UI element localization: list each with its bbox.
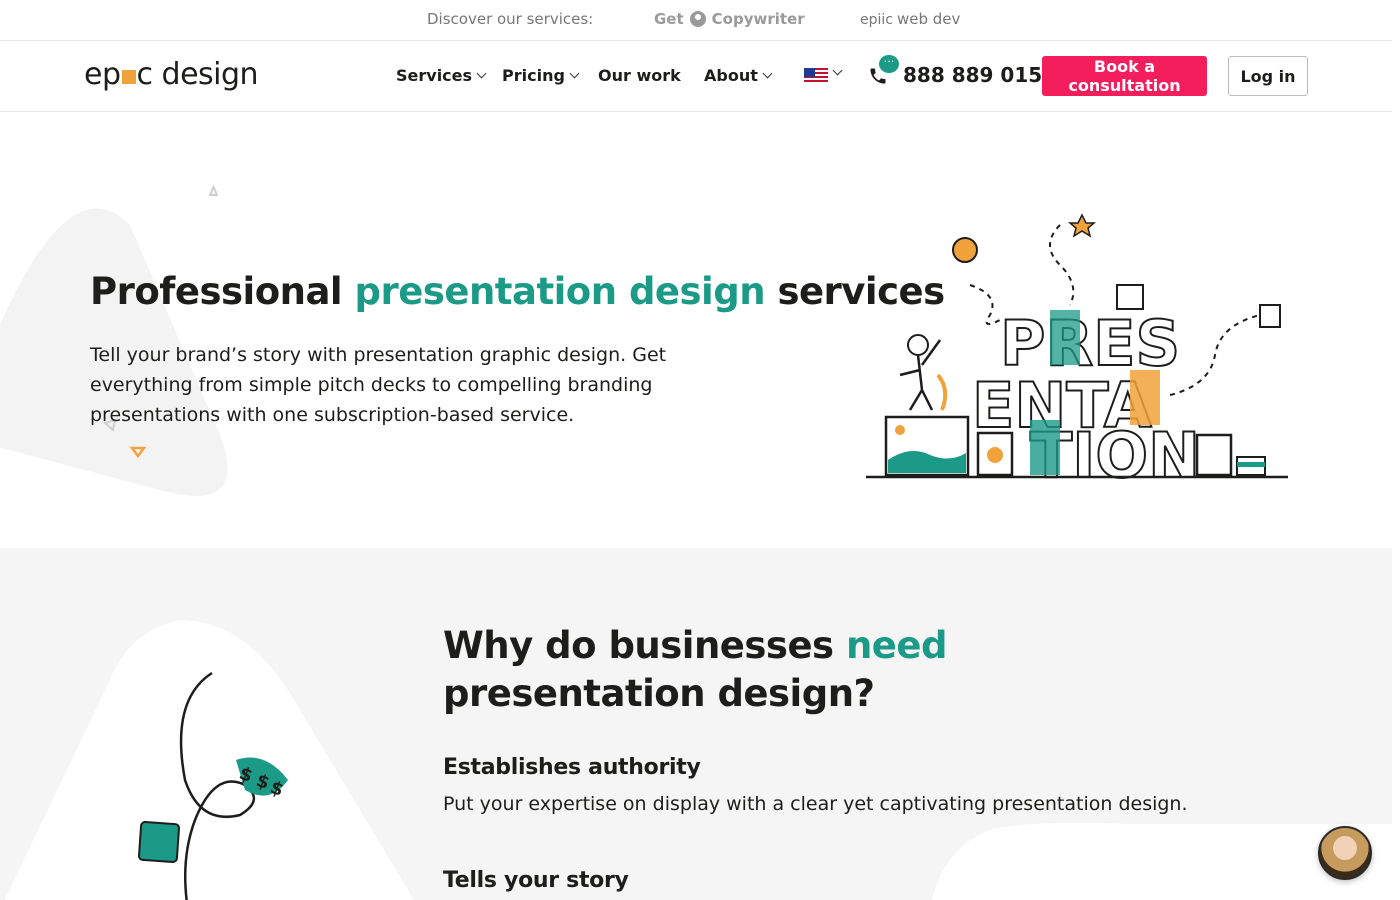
presentation-illustration: PRES ENTA TION (866, 213, 1288, 485)
why-title-part2: presentation design? (443, 672, 875, 715)
nav-our-work-label: Our work (598, 66, 681, 85)
hero-title-accent: presentation design (354, 270, 766, 313)
us-flag-icon[interactable] (804, 68, 828, 84)
logo-text-left: ep (84, 57, 121, 92)
book-consultation-button[interactable]: Book a consultation (1042, 56, 1207, 96)
plant-illustration: $ $ $ (4, 620, 414, 900)
phone-number[interactable]: 888 889 0150 (903, 63, 1056, 87)
main-nav: ep c design Services Pricing Our work Ab… (0, 41, 1392, 112)
nav-pricing-label: Pricing (502, 66, 565, 85)
why-title-part1: Why do businesses (443, 624, 846, 667)
copywriter-link[interactable]: Get Copywriter (654, 10, 805, 28)
chevron-down-icon (476, 68, 487, 79)
nav-about[interactable]: About (704, 66, 773, 85)
login-button[interactable]: Log in (1228, 56, 1308, 96)
nav-services-label: Services (396, 66, 473, 85)
nav-pricing[interactable]: Pricing (502, 66, 580, 85)
user-icon (689, 11, 706, 27)
discover-label: Discover our services: (427, 10, 594, 28)
why-section-title: Why do businesses need presentation desi… (443, 622, 947, 718)
site-logo[interactable]: ep c design (84, 57, 259, 92)
why-title-accent: need (845, 624, 948, 667)
copywriter-name: Copywriter (711, 10, 805, 28)
nav-about-label: About (704, 66, 758, 85)
feature-heading-authority: Establishes authority (443, 755, 701, 780)
logo-mark-icon (121, 70, 136, 84)
chat-avatar[interactable] (1318, 826, 1372, 880)
logo-text-right: c design (136, 57, 259, 92)
nav-our-work[interactable]: Our work (598, 66, 681, 85)
why-section: $ $ $ Why do businesses need presentatio… (0, 548, 1392, 900)
chevron-down-icon (569, 68, 580, 79)
services-topbar: Discover our services: Get Copywriter ep… (0, 0, 1392, 41)
webdev-logo: epiic (860, 12, 893, 28)
chevron-down-icon (762, 68, 773, 79)
hero-title-part1: Professional (90, 270, 355, 313)
hero-title: Professional presentation design service… (90, 270, 945, 313)
feature-text-authority: Put your expertise on display with a cle… (443, 793, 1188, 815)
chat-icon: ··· (879, 55, 899, 73)
feature-heading-story: Tells your story (443, 868, 629, 893)
nav-services[interactable]: Services (396, 66, 487, 85)
copywriter-prefix: Get (654, 10, 684, 28)
hero-description: Tell your brand’s story with presentatio… (90, 344, 667, 426)
webdev-name: web dev (896, 10, 961, 28)
webdev-link[interactable]: epiic web dev (860, 10, 960, 28)
chevron-down-icon[interactable] (832, 65, 843, 76)
